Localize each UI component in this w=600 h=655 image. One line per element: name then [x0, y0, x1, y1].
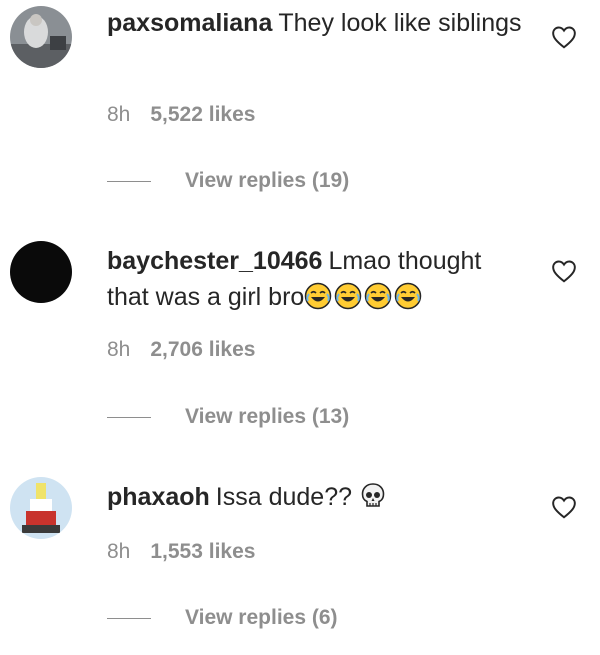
view-replies-button[interactable]: View replies (13)	[107, 405, 349, 429]
heart-outline-icon[interactable]	[551, 259, 577, 283]
face-with-tears-of-joy-icon	[395, 282, 422, 310]
comment-text: baychester_10466 Lmao thought that was a …	[107, 243, 527, 315]
heart-outline-icon[interactable]	[551, 25, 577, 49]
comment-text: paxsomaliana They look like siblings	[107, 5, 527, 41]
comment-body: Issa dude??	[215, 483, 353, 511]
replies-divider	[107, 617, 151, 619]
view-replies-label: View replies (6)	[185, 606, 338, 629]
comment-time[interactable]: 8h	[107, 338, 130, 362]
avatar[interactable]	[10, 477, 72, 539]
view-replies-button[interactable]: View replies (19)	[107, 169, 349, 193]
comment-likes[interactable]: 2,706 likes	[150, 338, 255, 362]
comment-username[interactable]: paxsomaliana	[107, 9, 272, 37]
comment-time[interactable]: 8h	[107, 540, 130, 564]
skull-icon	[361, 483, 385, 507]
comment-text: phaxaoh Issa dude??	[107, 479, 527, 515]
face-with-tears-of-joy-icon	[365, 282, 392, 310]
comment-username[interactable]: phaxaoh	[107, 483, 210, 511]
view-replies-button[interactable]: View replies (6)	[107, 606, 338, 630]
view-replies-label: View replies (13)	[185, 405, 350, 428]
face-with-tears-of-joy-icon	[335, 282, 362, 310]
view-replies-label: View replies (19)	[185, 169, 350, 192]
comment-likes[interactable]: 5,522 likes	[150, 103, 255, 127]
comment-body: They look like siblings	[278, 9, 522, 37]
face-with-tears-of-joy-icon	[305, 282, 332, 310]
avatar[interactable]	[10, 6, 72, 68]
comment-likes[interactable]: 1,553 likes	[150, 540, 255, 564]
replies-divider	[107, 416, 151, 418]
comment-username[interactable]: baychester_10466	[107, 247, 322, 275]
comment-time[interactable]: 8h	[107, 103, 130, 127]
replies-divider	[107, 180, 151, 182]
avatar[interactable]	[10, 241, 72, 303]
heart-outline-icon[interactable]	[551, 495, 577, 519]
